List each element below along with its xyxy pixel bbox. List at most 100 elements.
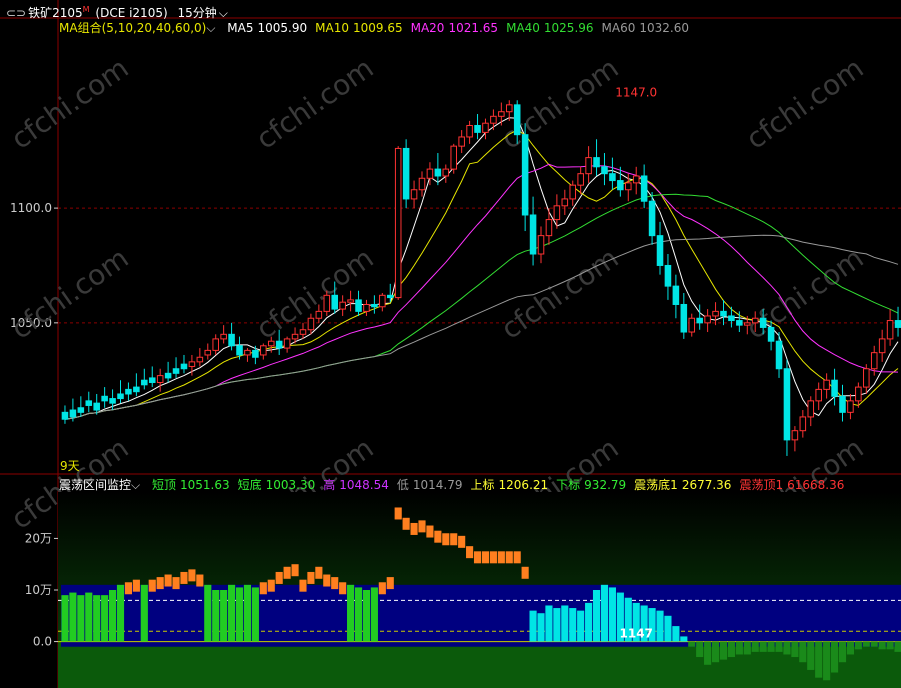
osc-bar — [886, 641, 894, 650]
chevron-down-icon[interactable]: ⌵ — [206, 21, 215, 35]
osc-bar — [894, 641, 901, 652]
candle-up — [545, 219, 553, 237]
candle-up — [847, 400, 854, 413]
osc-bar — [521, 566, 529, 579]
osc-bar — [370, 587, 378, 642]
osc-legend-item-2: 高 — [323, 478, 336, 492]
osc-bar — [719, 641, 728, 660]
candle-up — [315, 310, 323, 319]
candle-up — [188, 361, 196, 367]
candle-down — [275, 340, 283, 349]
ma-indicator-select[interactable]: MA组合(5,10,20,40,60,0) — [59, 21, 206, 35]
candle-down — [839, 395, 846, 413]
osc-bar — [823, 641, 831, 681]
main-contract-mark: M — [82, 5, 90, 14]
osc-bar — [799, 641, 807, 663]
osc-bar — [664, 615, 672, 642]
osc-bar — [354, 587, 363, 642]
osc-bar — [458, 535, 466, 548]
chevron-down-icon[interactable]: ⌵ — [131, 478, 140, 492]
osc-bar — [109, 590, 117, 642]
osc-legend-item-7: 震荡顶1 — [739, 478, 784, 492]
candle-up — [632, 175, 640, 184]
candle-up — [704, 315, 711, 324]
candle-down — [109, 398, 116, 404]
watermark-text: cfchi.com — [250, 51, 379, 155]
osc-bar — [870, 641, 878, 647]
osc-bar — [402, 517, 410, 530]
osc-y-tick-label: 10万 — [25, 583, 52, 597]
ma-line-ma5 — [64, 117, 899, 420]
candle-down — [640, 175, 648, 202]
candle-up — [379, 294, 386, 308]
candle-up — [791, 430, 799, 441]
candle-down — [648, 200, 656, 237]
candle-down — [236, 345, 243, 356]
candle-down — [93, 402, 100, 411]
candle-up — [569, 184, 577, 200]
ma-legend: MA组合(5,10,20,40,60,0)⌵ MA5 1005.90 MA10 100… — [59, 21, 697, 35]
watermark-text: cfchi.com — [5, 241, 134, 345]
candle-down — [680, 303, 688, 333]
osc-bar — [656, 610, 664, 642]
oscillator-indicator-select[interactable]: 震荡区间监控 — [59, 478, 131, 492]
candle-down — [728, 315, 735, 322]
candle-up — [537, 235, 545, 255]
osc-bar — [751, 641, 759, 652]
osc-bar — [418, 520, 426, 533]
osc-bar — [124, 582, 133, 595]
osc-bar — [180, 571, 188, 584]
osc-legend-item-value-1: 1003.30 — [265, 478, 316, 492]
candle-up — [196, 356, 204, 363]
candle-down — [617, 180, 624, 191]
osc-bar — [307, 571, 315, 584]
osc-bar — [251, 587, 259, 642]
osc-bar — [172, 577, 180, 590]
candle-up — [870, 352, 878, 370]
osc-bar — [267, 579, 275, 592]
candle-up — [244, 349, 251, 356]
candle-down — [736, 320, 743, 326]
ma-line-ma20 — [64, 163, 899, 420]
osc-legend-item-6: 震荡底1 — [634, 478, 678, 492]
ma-legend-item-3: MA40 — [506, 21, 540, 35]
osc-bar — [347, 584, 355, 642]
candle-down — [331, 294, 338, 310]
osc-bar — [243, 584, 252, 642]
candle-up — [339, 301, 346, 310]
candle-down — [61, 411, 69, 420]
candle-up — [498, 111, 505, 117]
candle-up — [823, 379, 830, 390]
osc-bar — [259, 582, 267, 595]
osc-bar — [93, 595, 101, 642]
osc-bar — [101, 595, 109, 642]
osc-bar — [711, 641, 720, 663]
osc-bar — [228, 584, 236, 642]
candle-up — [204, 349, 212, 356]
watermark-text: cfchi.com — [5, 51, 134, 155]
candle-down — [172, 368, 180, 374]
osc-bar — [394, 507, 402, 520]
osc-bar — [331, 577, 339, 590]
candle-up — [688, 317, 696, 333]
osc-legend-item-5: 下标 — [556, 478, 581, 492]
candle-down — [601, 166, 608, 175]
ma-line-ma10 — [64, 129, 899, 420]
candle-down — [720, 310, 727, 317]
osc-legend-item-value-2: 1048.54 — [339, 478, 389, 492]
osc-bar — [148, 579, 156, 592]
candle-down — [434, 168, 442, 177]
osc-bar — [299, 579, 307, 592]
period-select[interactable]: 15分钟 — [177, 6, 216, 20]
candle-up — [291, 333, 299, 340]
osc-bar — [537, 613, 545, 642]
candle-down — [894, 320, 901, 328]
chevron-down-icon[interactable]: ⌵ — [219, 6, 228, 20]
candle-down — [767, 326, 775, 342]
osc-bar — [600, 584, 609, 642]
osc-bar — [140, 584, 148, 642]
candle-down — [180, 363, 188, 370]
candle-down — [672, 285, 680, 305]
candle-up — [410, 189, 418, 200]
instrument-header[interactable]: ⊂⊃ 铁矿2105M (DCE i2105) 15分钟 ⌵ — [6, 3, 234, 20]
